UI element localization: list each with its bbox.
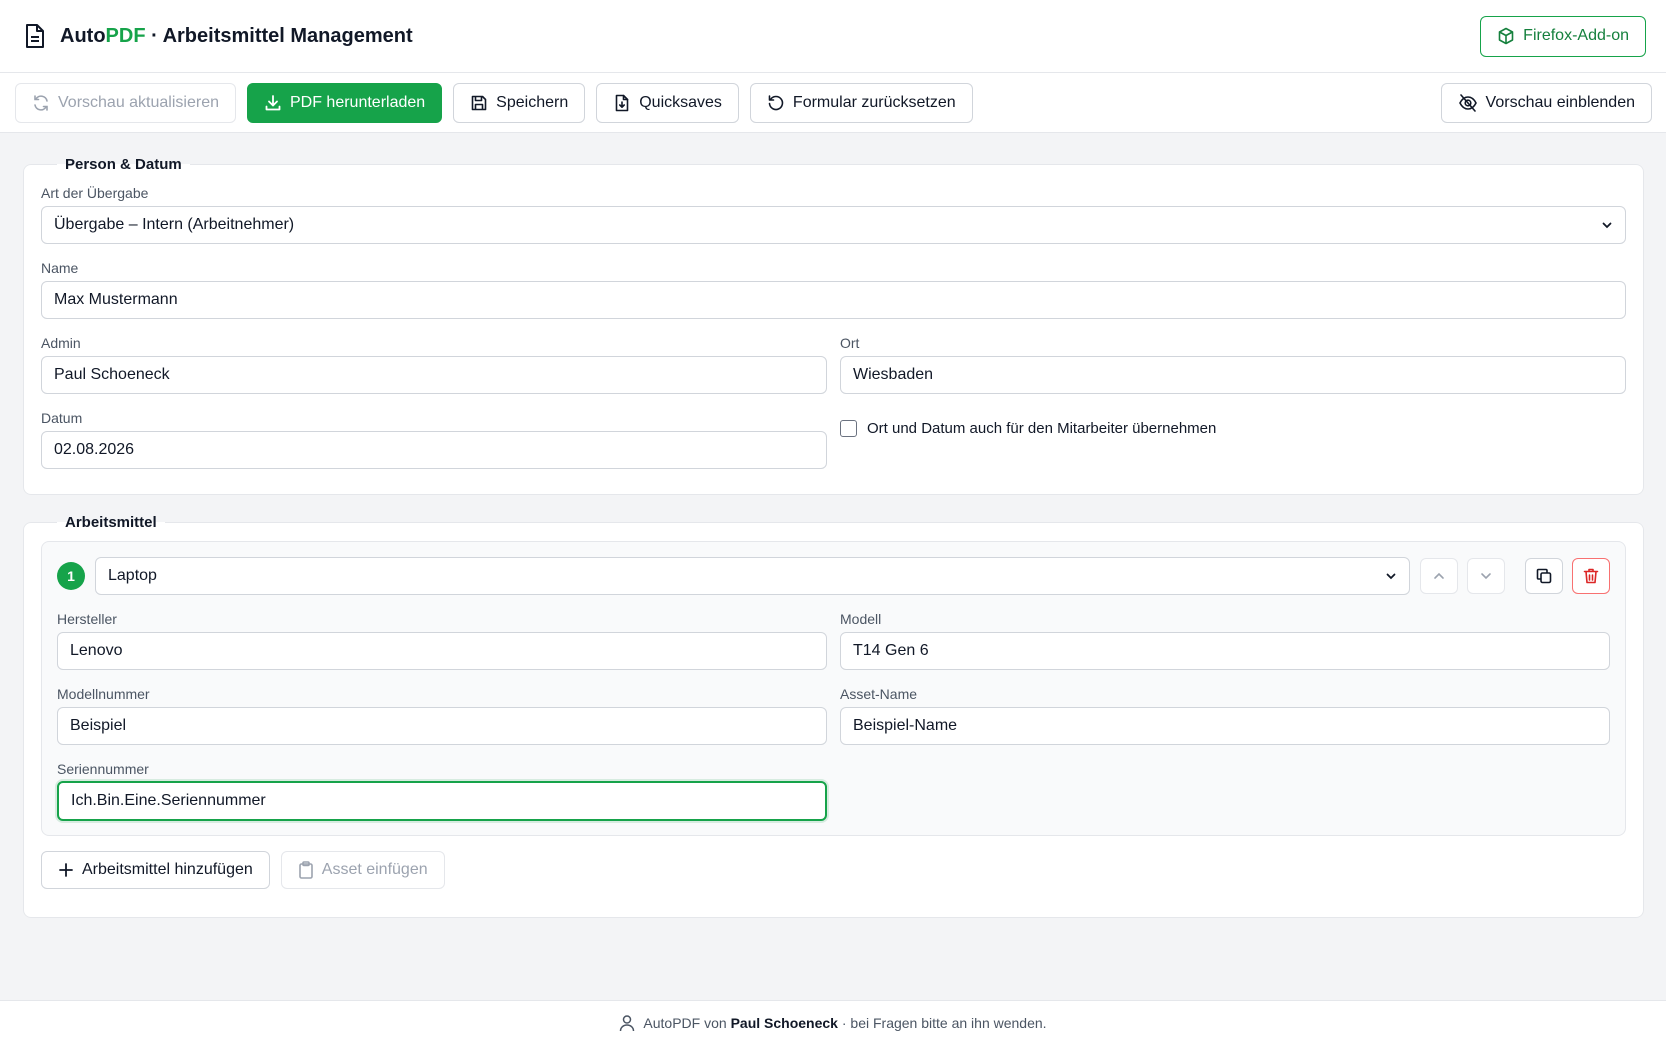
model-number-label: Modellnummer [57,686,150,702]
handover-type-label: Art der Übergabe [41,185,149,201]
asset-name-input[interactable]: Beispiel-Name [840,707,1610,745]
quicksaves-button[interactable]: Quicksaves [596,82,739,123]
show-preview-button[interactable]: Vorschau einblenden [1440,82,1652,123]
copy-icon [1535,567,1553,585]
apply-to-employee-option[interactable]: Ort und Datum auch für den Mitarbeiter ü… [840,408,1626,437]
chevron-down-icon [1601,219,1613,231]
download-icon [264,94,282,112]
delete-button[interactable] [1572,558,1610,594]
asset-number-badge: 1 [57,562,85,590]
assets-legend: Arbeitsmittel [65,514,157,531]
asset-item: 1 Laptop Hersteller Lenovo Modell T14 Ge… [41,541,1626,836]
file-download-icon [613,94,631,112]
paste-asset-button[interactable]: Asset einfügen [280,851,445,889]
add-asset-button[interactable]: Arbeitsmittel hinzufügen [41,851,270,889]
datum-input[interactable]: 02.08.2026 [41,431,827,469]
chevron-up-icon [1432,569,1446,583]
move-down-button[interactable] [1467,558,1505,594]
assets-section: Arbeitsmittel 1 Laptop Hersteller Lenovo… [23,514,1644,918]
person-date-section: Person & Datum Art der Übergabe Übergabe… [23,156,1644,495]
name-input[interactable]: Max Mustermann [41,281,1626,319]
reset-form-button[interactable]: Formular zurücksetzen [749,82,973,123]
clipboard-icon [298,861,314,879]
document-icon [24,23,46,49]
serial-number-label: Seriennummer [57,761,149,777]
datum-label: Datum [41,410,83,426]
package-icon [1497,27,1515,45]
firefox-addon-button[interactable]: Firefox-Add-on [1480,15,1646,57]
app-title: Auto PDF · Arbeitsmittel Management [60,24,413,47]
download-pdf-button[interactable]: PDF herunterladen [246,82,443,123]
name-label: Name [41,260,79,276]
asset-name-label: Asset-Name [840,686,918,702]
apply-to-employee-label: Ort und Datum auch für den Mitarbeiter ü… [867,420,1217,437]
footer: AutoPDF von Paul Schoeneck · bei Fragen … [0,1000,1666,1045]
admin-label: Admin [41,335,81,351]
toolbar: Vorschau aktualisieren PDF herunterladen… [0,73,1666,133]
save-button[interactable]: Speichern [453,82,586,123]
person-date-legend: Person & Datum [65,156,182,173]
floppy-disk-icon [470,94,488,112]
move-up-button[interactable] [1420,558,1458,594]
model-label: Modell [840,611,882,627]
serial-number-input[interactable]: Ich.Bin.Eine.Seriennummer [57,781,827,821]
duplicate-button[interactable] [1525,558,1563,594]
refresh-icon [32,94,50,112]
chevron-down-icon [1385,570,1397,582]
app-header: Auto PDF · Arbeitsmittel Management Firef… [0,0,1666,73]
handover-type-select[interactable]: Übergabe – Intern (Arbeitnehmer) [41,206,1626,244]
apply-to-employee-checkbox[interactable] [840,420,857,437]
footer-author: Paul Schoeneck [730,1015,838,1031]
model-input[interactable]: T14 Gen 6 [840,632,1610,670]
refresh-preview-button[interactable]: Vorschau aktualisieren [15,82,236,123]
plus-icon [58,862,74,878]
ort-input[interactable]: Wiesbaden [840,356,1626,394]
manufacturer-label: Hersteller [57,611,117,627]
user-icon [619,1014,635,1032]
chevron-down-icon [1479,569,1493,583]
undo-icon [767,94,785,112]
admin-input[interactable]: Paul Schoeneck [41,356,827,394]
trash-icon [1582,567,1600,585]
asset-type-select[interactable]: Laptop [95,557,1410,595]
footer-text: AutoPDF von Paul Schoeneck · bei Fragen … [643,1015,1047,1031]
brand: Auto PDF · Arbeitsmittel Management [24,23,413,49]
ort-label: Ort [840,335,860,351]
eye-off-icon [1458,93,1478,113]
model-number-input[interactable]: Beispiel [57,707,827,745]
manufacturer-input[interactable]: Lenovo [57,632,827,670]
